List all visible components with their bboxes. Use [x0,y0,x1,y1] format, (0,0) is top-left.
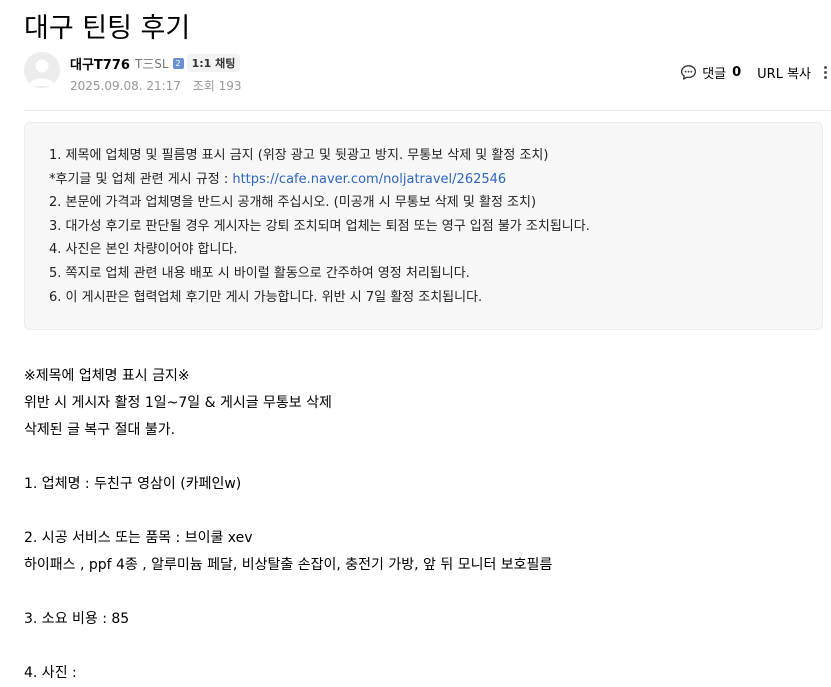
view-count: 조회 193 [192,79,242,93]
level-badge-icon: 2 [172,57,184,69]
body-line: 4. 사진 : [24,665,77,681]
body-line: 삭제된 글 복구 절대 불가. [24,422,176,438]
comment-button[interactable]: 댓글 0 [680,63,741,82]
author-level: T三SL [134,56,169,71]
post-body: ※제목에 업체명 표시 금지※ 위반 시 게시자 활정 1일~7일 & 게시글 … [24,363,552,687]
body-blank-line [24,579,552,606]
notice-rule-prefix: *후기글 및 업체 관련 게시 규정 : [49,171,233,187]
chat-button[interactable]: 1:1 채팅 [186,54,241,72]
body-blank-line [24,444,552,471]
notice-line: 6. 이 게시판은 협력업체 후기만 게시 가능합니다. 위반 시 7일 활정 … [49,289,483,305]
body-line: ※제목에 업체명 표시 금지※ [24,368,190,384]
notice-line: *후기글 및 업체 관련 게시 규정 : https://cafe.naver.… [49,168,822,192]
more-options-button[interactable] [819,65,831,80]
comment-label: 댓글 [702,66,727,82]
body-line: 위반 시 게시자 활정 1일~7일 & 게시글 무통보 삭제 [24,395,332,411]
notice-rule-link[interactable]: https://cafe.naver.com/noljatravel/26254… [232,172,506,187]
author-avatar[interactable] [24,52,60,88]
header-divider [24,110,831,111]
board-notice-box: 1. 제목에 업체명 및 필름명 표시 금지 (위장 광고 및 뒷광고 방지. … [24,122,823,330]
body-line: 하이패스 , ppf 4종 , 알루미늄 페달, 비상탈출 손잡이, 충전기 가… [24,557,553,573]
notice-line: 3. 대가성 후기로 판단될 경우 게시자는 강퇴 조치되며 업체는 퇴점 또는… [49,218,590,234]
default-avatar-icon [24,52,60,88]
body-line: 3. 소요 비용 : 85 [24,611,130,627]
post-title: 대구 틴팅 후기 [24,13,191,44]
body-line: 2. 시공 서비스 또는 품목 : 브이쿨 xev [24,530,253,546]
comment-count: 0 [732,64,742,80]
body-line: 1. 업체명 : 두친구 영삼이 (카페인w) [24,476,242,492]
body-blank-line [24,498,552,525]
author-info: 대구T776 T三SL 2 1:1 채팅 [70,54,241,73]
notice-line: 4. 사진은 본인 차량이어야 합니다. [49,242,238,258]
notice-line: 5. 쪽지로 업체 관련 내용 배포 시 바이럴 활동으로 간주하여 영정 처리… [49,265,470,281]
author-name[interactable]: 대구T776 [70,54,130,73]
post-meta: 2025.09.08. 21:17 조회 193 [70,77,242,94]
notice-line: 1. 제목에 업체명 및 필름명 표시 금지 (위장 광고 및 뒷광고 방지. … [49,148,549,163]
body-blank-line [24,633,552,660]
notice-line: 2. 본문에 가격과 업체명을 반드시 공개해 주십시오. (미공개 시 무통보… [49,195,537,211]
post-actions: 댓글 0 URL 복사 [680,62,831,82]
post-date: 2025.09.08. 21:17 [70,79,181,93]
url-copy-button[interactable]: URL 복사 [757,63,811,82]
speech-bubble-icon [681,64,697,80]
vertical-dots-icon [823,65,827,69]
